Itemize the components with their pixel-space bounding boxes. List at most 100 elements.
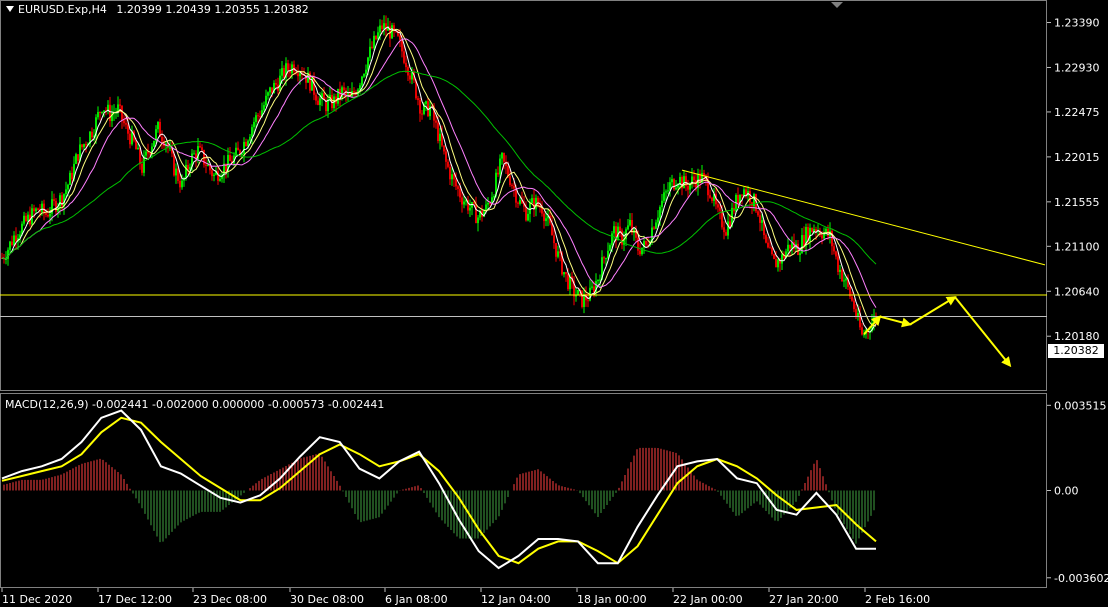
candle-body: [149, 153, 151, 155]
candle-body: [359, 85, 361, 90]
candle-body: [721, 210, 723, 228]
candle-body: [23, 215, 25, 224]
candle-body: [767, 242, 769, 248]
candle-body: [43, 203, 45, 213]
candle-body: [843, 280, 845, 282]
candle-body: [347, 93, 349, 95]
candle-body: [85, 144, 87, 146]
candle-body: [125, 123, 127, 125]
candle-body: [169, 147, 171, 149]
candle-body: [383, 23, 385, 29]
candle-body: [291, 64, 293, 74]
candle-body: [853, 300, 855, 310]
candle-body: [737, 195, 739, 204]
candle-body: [251, 127, 253, 137]
candle-body: [461, 197, 463, 205]
candle-body: [711, 197, 713, 201]
candle-body: [361, 76, 363, 86]
candle-body: [55, 200, 57, 212]
candle-body: [671, 179, 673, 183]
candle-body: [367, 57, 369, 70]
candle-body: [759, 215, 761, 223]
candle-body: [659, 206, 661, 218]
candle-body: [179, 180, 181, 188]
time-tick-label: 22 Jan 00:00: [673, 593, 743, 606]
candle-body: [177, 168, 179, 181]
chart-shift-icon[interactable]: [831, 2, 843, 8]
time-tick-label: 27 Jan 20:00: [769, 593, 839, 606]
candle-body: [543, 213, 545, 222]
macd-header: MACD(12,26,9) -0.002441 -0.002000 0.0000…: [5, 398, 385, 411]
candle-body: [809, 227, 811, 242]
candle-body: [717, 204, 719, 208]
candle-body: [463, 201, 465, 205]
candle-body: [11, 241, 13, 246]
candle-body: [499, 158, 501, 175]
candle-body: [419, 100, 421, 114]
candle-body: [673, 179, 675, 190]
candle-body: [609, 245, 611, 251]
candle-body: [477, 217, 479, 224]
candle-body: [451, 174, 453, 180]
time-tick-label: 18 Jan 00:00: [577, 593, 647, 606]
menu-triangle-icon[interactable]: [6, 6, 14, 12]
candle-body: [605, 258, 607, 260]
ohlc-values: 1.20399 1.20439 1.20355 1.20382: [116, 3, 309, 16]
candle-body: [99, 112, 101, 114]
candle-body: [83, 144, 85, 148]
candle-body: [663, 192, 665, 201]
candle-body: [581, 290, 583, 308]
candle-body: [513, 185, 515, 189]
candle-body: [527, 213, 529, 221]
candle-body: [787, 244, 789, 252]
candle-body: [9, 241, 11, 250]
candle-body: [373, 35, 375, 48]
candle-body: [275, 83, 277, 85]
candle-body: [121, 105, 123, 121]
candle-body: [379, 25, 381, 33]
candle-body: [45, 212, 47, 215]
moving-averages: [1, 26, 877, 333]
candle-body: [629, 219, 631, 226]
candle-body: [385, 23, 387, 31]
candle-body: [439, 133, 441, 141]
candle-body: [437, 122, 439, 141]
time-tick-label: 30 Dec 08:00: [290, 593, 364, 606]
candle-body: [157, 121, 159, 130]
candle-body: [511, 184, 513, 186]
candle-body: [201, 147, 203, 151]
candle-body: [103, 110, 105, 112]
candle-body: [371, 46, 373, 48]
candle-body: [841, 269, 843, 281]
candle-body: [445, 151, 447, 162]
macd-axis: 0.003515 0.00 -0.003602: [1047, 399, 1108, 585]
candle-body: [15, 235, 17, 242]
candle-body: [611, 233, 613, 246]
candle-body: [729, 221, 731, 227]
eurusd-chart[interactable]: 1.23390 1.22930 1.22475 1.22015 1.21555 1.211…: [0, 0, 1108, 607]
macd-panel[interactable]: 0.003515 0.00 -0.003602: [0, 393, 1108, 588]
price-panel[interactable]: 1.23390 1.22930 1.22475 1.22015 1.21555 1.211…: [0, 0, 1100, 391]
candle-body: [603, 257, 605, 259]
candle-body: [219, 178, 221, 181]
candle-body: [591, 286, 593, 288]
candle-body: [645, 241, 647, 245]
candle-body: [135, 140, 137, 150]
candle-body: [67, 184, 69, 190]
candle-body: [123, 120, 125, 124]
price-tick-label: 1.22475: [1054, 106, 1100, 119]
candle-body: [655, 222, 657, 229]
macd-tick-label: 0.00: [1054, 485, 1079, 498]
candle-body: [363, 73, 365, 77]
candle-body: [75, 154, 77, 164]
candle-body: [599, 279, 601, 281]
candle-body: [761, 220, 763, 223]
candles: [1, 15, 877, 340]
candle-body: [693, 176, 695, 181]
candle-body: [657, 217, 659, 223]
candle-body: [777, 259, 779, 268]
candle-body: [447, 161, 449, 167]
candle-body: [619, 226, 621, 231]
candle-body: [243, 141, 245, 154]
candle-body: [613, 226, 615, 234]
